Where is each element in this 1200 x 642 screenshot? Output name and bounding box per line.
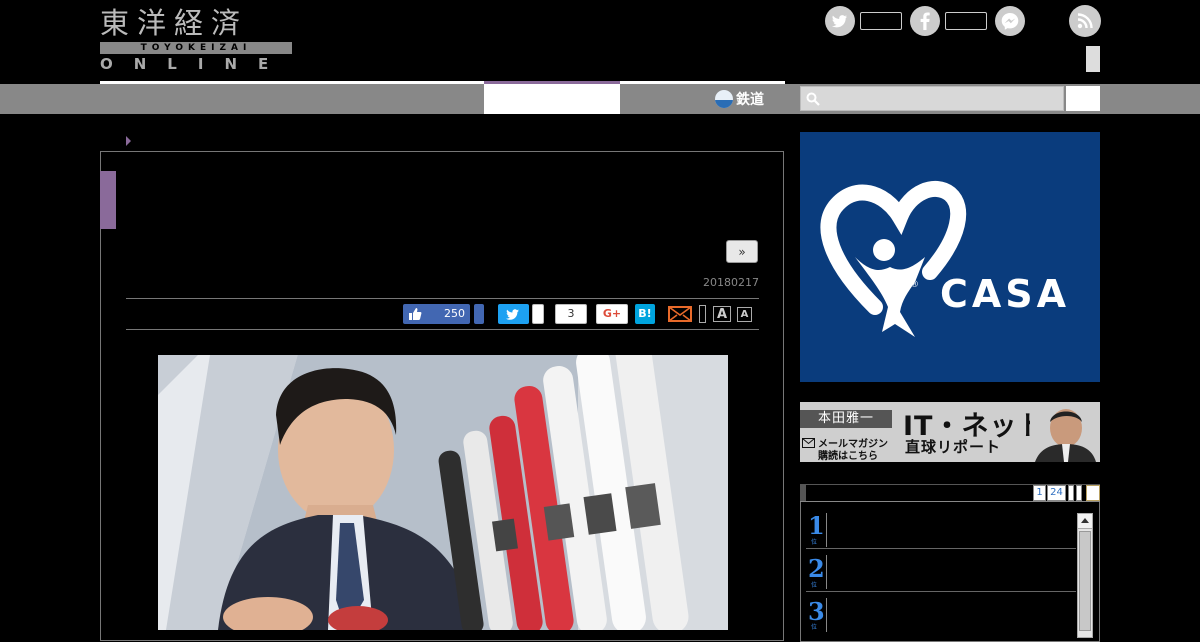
twitter-follow-icon[interactable] (825, 6, 855, 36)
nav-tab-railway[interactable]: 鉄道 (715, 88, 764, 110)
banner-subtitle: 直球リポート (905, 438, 1002, 456)
tweet-count-box (532, 304, 544, 324)
share-divider-bottom (126, 329, 759, 330)
mail-share-icon[interactable] (668, 305, 692, 323)
twitter-bird-icon (506, 309, 519, 320)
rank-number-2: 2 (808, 554, 825, 583)
pocket-count[interactable]: 3 (555, 304, 587, 324)
ranking-header-mark (800, 485, 806, 501)
facebook-like-count: 250 (444, 307, 465, 320)
scroll-up-button[interactable] (1077, 513, 1093, 529)
rank-unit-1: 位 (811, 539, 818, 546)
header-side-box[interactable] (1086, 46, 1100, 72)
casa-heart-logo-icon (820, 181, 967, 337)
casa-brand-text: CASA (940, 272, 1071, 316)
article-date: 20180217 (703, 276, 759, 289)
rank-divider-3 (826, 598, 827, 632)
google-plus-button[interactable]: G+ (596, 304, 628, 324)
casa-registered-mark: ® (910, 280, 919, 290)
nav-top-line (100, 81, 785, 84)
title-accent-bar (100, 171, 116, 229)
logo-romaji: TOYOKEIZAI (100, 42, 292, 54)
hatena-bookmark-button[interactable]: B! (635, 304, 655, 324)
rss-icon[interactable] (1069, 5, 1101, 37)
messenger-icon[interactable] (995, 6, 1025, 36)
twitter-count-box (860, 12, 902, 30)
casa-advertisement[interactable]: ® CASA (800, 132, 1100, 382)
rank-divider-1 (826, 513, 827, 547)
facebook-share-button[interactable] (474, 304, 484, 324)
logo-kanji: 東洋経済 (100, 6, 249, 40)
thumbs-up-icon (409, 308, 422, 320)
facebook-like-button[interactable]: 250 (403, 304, 470, 324)
article-photo (158, 355, 728, 630)
tweet-button[interactable] (498, 304, 529, 324)
banner-mail-line2: 購読はこちら (818, 451, 878, 462)
rank-separator-2 (806, 591, 1076, 592)
ranking-panel (800, 502, 1100, 642)
ranking-page-24[interactable]: 24 (1047, 485, 1066, 501)
print-icon[interactable] (699, 305, 706, 323)
facebook-count-box (945, 12, 987, 30)
ranking-page-prev[interactable] (1068, 485, 1074, 501)
search-icon (806, 92, 820, 106)
rank-unit-2: 位 (811, 582, 818, 589)
rank-divider-2 (826, 555, 827, 589)
ranking-page-1[interactable]: 1 (1033, 485, 1046, 501)
rank-separator-1 (806, 548, 1076, 549)
site-logo[interactable]: 東洋経済 TOYOKEIZAI ONLINE (100, 6, 295, 72)
nav-tab-railway-label: 鉄道 (736, 92, 764, 108)
envelope-icon (802, 438, 815, 448)
breadcrumb-arrow-icon (126, 136, 131, 146)
font-size-small-button[interactable]: A (737, 307, 752, 322)
banner-author: 本田雅一 (800, 410, 892, 428)
search-button[interactable] (1066, 86, 1100, 111)
facebook-follow-icon[interactable] (910, 6, 940, 36)
font-size-large-button[interactable]: A (713, 306, 731, 322)
logo-online: ONLINE (100, 55, 290, 73)
nav-tab-active[interactable] (484, 84, 620, 114)
ranking-page-next[interactable] (1076, 485, 1082, 501)
share-divider-top (126, 298, 759, 299)
ranking-page-extra[interactable] (1086, 485, 1100, 501)
author-portrait (1030, 402, 1100, 462)
rank-number-3: 3 (808, 597, 825, 626)
train-icon (715, 90, 733, 108)
next-page-button[interactable]: » (726, 240, 758, 263)
newsletter-banner[interactable]: 本田雅一 IT・ネット 直球リポート メールマガジン 購読はこちら (800, 402, 1100, 462)
scroll-thumb[interactable] (1079, 531, 1091, 631)
search-input[interactable] (800, 86, 1064, 111)
rank-number-1: 1 (808, 511, 825, 540)
